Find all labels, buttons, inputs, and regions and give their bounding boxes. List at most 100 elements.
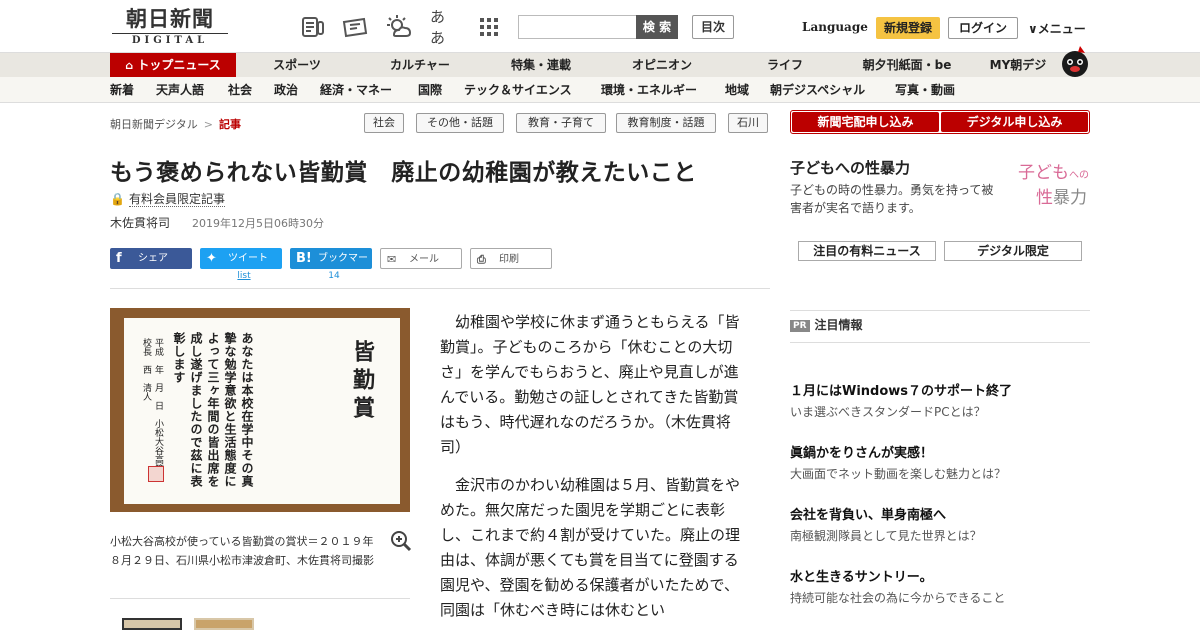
article-photo[interactable]: 皆勤賞 あなたは本校在学中その真摯な勉学意欲と生活態度によって三ヶ年間の皆出席を…	[110, 308, 410, 512]
feature-title[interactable]: 子どもへの性暴力	[790, 157, 910, 178]
tag-ishikawa[interactable]: 石川	[728, 113, 768, 133]
logo-main-text: 朝日新聞	[126, 6, 214, 31]
search-input[interactable]	[518, 15, 636, 39]
weather-icon[interactable]	[386, 14, 412, 40]
mail-share-button[interactable]: ✉ メール	[380, 248, 462, 269]
certificate-body: あなたは本校在学中その真摯な勉学意欲と生活態度によって三ヶ年間の皆出席を成し遂げ…	[172, 332, 254, 488]
lock-icon: 🔒	[110, 192, 125, 206]
feature-logo-text: 子ども	[1018, 163, 1069, 183]
breadcrumb-current: 記事	[219, 118, 241, 131]
menu-button[interactable]: ∨メニュー	[1028, 20, 1086, 37]
ad-title[interactable]: １月にはWindows７のサポート終了	[790, 380, 1012, 399]
sub-nav: 新着 天声人語 社会 政治 経済・マネー 国際 テック＆サイエンス 環境・エネル…	[0, 77, 1200, 103]
publish-date: 2019年12月5日06時30分	[192, 217, 324, 230]
feature-logo[interactable]: 子どもへの 性暴力	[1012, 162, 1092, 212]
subnav-latest[interactable]: 新着	[110, 77, 134, 103]
caption-divider	[110, 598, 410, 599]
register-button[interactable]: 新規登録	[876, 17, 940, 39]
ad-subtitle[interactable]: いま選ぶべきスタンダードPCとは？	[790, 403, 986, 420]
tweet-button[interactable]: ✦ ツイート	[200, 248, 282, 269]
tag-education-system[interactable]: 教育制度・話題	[616, 113, 716, 133]
facebook-share-button[interactable]: f シェア	[110, 248, 192, 269]
newspaper-icon[interactable]	[300, 14, 326, 40]
paid-label-text: 有料会員限定記事	[128, 192, 225, 207]
subnav-tech[interactable]: テック＆サイエンス	[464, 77, 572, 103]
photo-caption: 小松大谷高校が使っている皆勤賞の賞状＝２０１９年８月２９日、石川県小松市津波倉町…	[110, 535, 374, 567]
language-link[interactable]: Language	[802, 20, 868, 34]
article-paragraph: 金沢市のかわい幼稚園は５月、皆勤賞をやめた。無欠席だった園児を学期ごとに表彰し、…	[440, 476, 741, 619]
tweet-count-link[interactable]: list	[203, 271, 285, 281]
print-label: 印刷	[499, 254, 519, 265]
certificate-title: 皆勤賞	[349, 340, 375, 424]
photo-thumbnail[interactable]	[122, 618, 182, 630]
nav-culture[interactable]: カルチャー	[370, 53, 470, 78]
author: 木佐貫将司	[110, 216, 171, 230]
ticket-icon[interactable]	[342, 14, 368, 40]
nav-life[interactable]: ライフ	[740, 53, 830, 78]
nav-sports[interactable]: スポーツ	[252, 53, 342, 78]
ad-subtitle[interactable]: 南極観測隊員として見た世界とは？	[790, 527, 982, 544]
breadcrumb: 朝日新聞デジタル > 記事	[110, 116, 241, 132]
subnav-international[interactable]: 国際	[418, 77, 442, 103]
subscribe-digital-button[interactable]: デジタル申し込み	[941, 112, 1088, 132]
search-button[interactable]: 検 索	[636, 15, 678, 39]
article-paragraph: 幼稚園や学校に休まず通うともらえる「皆勤賞」。子どものころから「休むことの大切さ…	[440, 313, 740, 456]
paid-article-label: 🔒 有料会員限定記事	[110, 190, 225, 207]
feature-logo-text: 暴力	[1053, 188, 1087, 208]
breadcrumb-home[interactable]: 朝日新聞デジタル	[110, 118, 198, 131]
photo-thumbnail[interactable]	[194, 618, 254, 630]
subnav-politics[interactable]: 政治	[274, 77, 298, 103]
hatena-icon: B!	[296, 251, 312, 266]
nav-top-news[interactable]: ⌂ トップニュース	[110, 53, 236, 78]
feature-logo-text: 性	[1036, 188, 1053, 208]
subnav-environment[interactable]: 環境・エネルギー	[601, 77, 697, 103]
subnav-society[interactable]: 社会	[228, 77, 252, 103]
ad-title[interactable]: 眞鍋かをりさんが実感！	[790, 442, 933, 461]
mascot-icon[interactable]	[1058, 44, 1092, 78]
ad-subtitle[interactable]: 持続可能な社会の為に今からできること	[790, 589, 1005, 606]
bookmark-count[interactable]: 14	[293, 271, 375, 281]
subnav-special[interactable]: 朝デジスペシャル	[770, 77, 865, 103]
pr-label: 注目情報	[814, 318, 863, 332]
subnav-economy[interactable]: 経済・マネー	[320, 77, 392, 103]
tweet-label: ツイート	[228, 253, 268, 264]
nav-features[interactable]: 特集・連載	[494, 53, 588, 78]
print-icon: ⎙	[477, 253, 486, 266]
sidebar-divider	[790, 310, 1090, 311]
main-nav: ⌂ トップニュース スポーツ カルチャー 特集・連載 オピニオン ライフ 朝夕刊…	[0, 52, 1200, 78]
feature-description[interactable]: 子どもの時の性暴力。勇気を持って被害者が実名で語ります。	[790, 181, 1004, 217]
nav-newspaper[interactable]: 朝夕刊紙面・be	[854, 53, 960, 78]
ad-title[interactable]: 会社を背負い、単身南極へ	[790, 504, 946, 523]
breadcrumb-separator: >	[203, 118, 213, 131]
apps-grid-icon[interactable]	[476, 14, 502, 40]
tag-education[interactable]: 教育・子育て	[516, 113, 606, 133]
subnav-tensei[interactable]: 天声人語	[156, 77, 204, 103]
site-logo[interactable]: 朝日新聞 DIGITAL	[112, 7, 228, 47]
zoom-icon[interactable]	[390, 530, 412, 552]
logo-sub-text: DIGITAL	[112, 33, 228, 47]
article-body: 幼稚園や学校に休まず通うともらえる「皆勤賞」。子どものころから「休むことの大切さ…	[440, 310, 748, 630]
hatena-bookmark-button[interactable]: B! ブックマーク	[290, 248, 372, 285]
nav-my-asahi[interactable]: MY朝デジ	[978, 53, 1058, 78]
subnav-region[interactable]: 地域	[725, 77, 749, 103]
tag-society[interactable]: 社会	[364, 113, 404, 133]
subscribe-paper-button[interactable]: 新聞宅配申し込み	[792, 112, 939, 132]
subnav-photo[interactable]: 写真・動画	[895, 77, 955, 103]
subscribe-buttons: 新聞宅配申し込み デジタル申し込み	[790, 110, 1090, 134]
pr-badge: PR	[790, 320, 810, 332]
ad-title[interactable]: 水と生きるサントリー。	[790, 566, 933, 585]
mail-icon: ✉	[387, 253, 397, 266]
article-title: もう褒められない皆勤賞 廃止の幼稚園が教えたいこと	[110, 160, 697, 186]
home-icon: ⌂	[125, 59, 134, 72]
tab-digital-only[interactable]: デジタル限定	[944, 241, 1082, 261]
nav-opinion[interactable]: オピニオン	[614, 53, 710, 78]
pr-header: PR 注目情報	[790, 316, 863, 333]
ad-subtitle[interactable]: 大画面でネット動画を楽しむ魅力とは？	[790, 465, 1006, 482]
tag-other[interactable]: その他・話題	[416, 113, 504, 133]
certificate-image: 皆勤賞 あなたは本校在学中その真摯な勉学意欲と生活態度によって三ヶ年間の皆出席を…	[124, 318, 400, 504]
font-size-icon[interactable]: ああ	[430, 8, 456, 47]
toc-button[interactable]: 目次	[692, 15, 734, 39]
login-button[interactable]: ログイン	[948, 17, 1018, 39]
tab-paid-news[interactable]: 注目の有料ニュース	[798, 241, 936, 261]
print-button[interactable]: ⎙ 印刷	[470, 248, 552, 269]
